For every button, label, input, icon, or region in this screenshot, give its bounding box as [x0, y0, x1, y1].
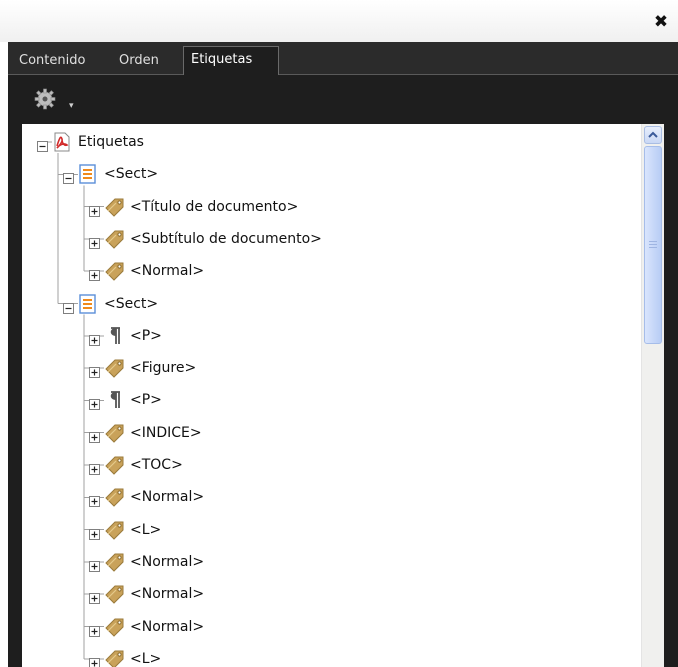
vertical-scrollbar[interactable] — [641, 124, 664, 667]
expand-toggle[interactable] — [89, 556, 100, 572]
expand-toggle[interactable] — [89, 265, 100, 282]
tag-icon — [103, 648, 125, 667]
tree-item[interactable]: <TOC> — [22, 453, 622, 477]
tree-item-label: <Título de documento> — [130, 198, 299, 215]
tree-item-label: <P> — [130, 327, 162, 344]
tag-icon — [103, 583, 125, 605]
tree-item-label: Etiquetas — [78, 134, 144, 150]
tag-icon — [103, 519, 125, 541]
pdf-icon — [51, 131, 73, 153]
expand-toggle[interactable] — [89, 427, 100, 443]
tree-item-label: <Normal> — [130, 586, 205, 603]
chevron-up-icon — [648, 131, 658, 138]
expand-toggle[interactable] — [89, 362, 100, 379]
scroll-up-button[interactable] — [644, 126, 662, 144]
tab-bar: Contenido Orden Etiquetas — [8, 42, 678, 75]
expand-toggle[interactable] — [89, 653, 100, 667]
section-icon — [77, 293, 99, 315]
collapse-toggle[interactable] — [63, 168, 74, 185]
tree-item[interactable]: <Figure> — [22, 356, 622, 380]
tag-icon — [103, 616, 125, 638]
tree-item[interactable]: <Normal> — [22, 259, 622, 283]
tab-etiquetas[interactable]: Etiquetas — [183, 46, 279, 75]
gear-icon — [34, 88, 56, 110]
expand-toggle[interactable] — [89, 621, 100, 637]
expand-toggle[interactable] — [89, 201, 100, 217]
tab-contenido[interactable]: Contenido — [12, 48, 92, 74]
options-menu-button[interactable]: ▾ — [32, 87, 76, 111]
tree-item-label: <L> — [130, 650, 162, 667]
expand-toggle[interactable] — [89, 233, 100, 249]
tree-item[interactable]: <Normal> — [22, 615, 622, 639]
tags-panel: Contenido Orden Etiquetas ▾ Etiquetas <S… — [8, 42, 678, 667]
tag-icon — [103, 454, 125, 476]
tag-tree: Etiquetas <Sect> <Título de documento> <Sub… — [22, 124, 664, 667]
scroll-thumb[interactable] — [644, 146, 662, 344]
tree-item-label: <Normal> — [130, 263, 205, 280]
tree-item[interactable]: <P> — [22, 324, 622, 348]
paragraph-icon — [103, 389, 125, 411]
tree-item[interactable]: <L> — [22, 647, 622, 667]
collapse-toggle[interactable] — [63, 298, 74, 314]
expand-toggle[interactable] — [89, 491, 100, 508]
tree-item-label: <L> — [130, 521, 162, 538]
tag-icon — [103, 422, 125, 444]
panel-title-bar: ✖ — [0, 0, 678, 42]
tree-item-label: <Sect> — [104, 166, 159, 183]
tree-item[interactable]: <P> — [22, 388, 622, 412]
expand-toggle[interactable] — [89, 330, 100, 346]
chevron-down-icon: ▾ — [69, 101, 74, 111]
paragraph-icon — [103, 325, 125, 347]
tree-item-label: <P> — [130, 392, 162, 409]
tab-orden[interactable]: Orden — [112, 48, 166, 74]
tag-icon — [103, 357, 125, 379]
tree-item[interactable]: <L> — [22, 518, 622, 542]
toolbar: ▾ — [8, 75, 678, 123]
tag-icon — [103, 551, 125, 573]
collapse-toggle[interactable] — [37, 136, 48, 152]
tag-icon — [103, 260, 125, 282]
tree-item[interactable]: <Normal> — [22, 582, 622, 606]
tag-icon — [103, 228, 125, 250]
expand-toggle[interactable] — [89, 524, 100, 540]
tree-item[interactable]: <Subtítulo de documento> — [22, 227, 622, 251]
tree-item-label: <Figure> — [130, 360, 197, 377]
tree-item[interactable]: Etiquetas — [22, 130, 622, 154]
tree-item-label: <Normal> — [130, 618, 205, 635]
tag-icon — [103, 486, 125, 508]
tree-item[interactable]: <Normal> — [22, 550, 622, 574]
tree-item-label: <Normal> — [130, 553, 205, 570]
tree-item-label: <Normal> — [130, 489, 205, 506]
section-icon — [77, 163, 99, 185]
tree-item[interactable]: <INDICE> — [22, 421, 622, 445]
expand-toggle[interactable] — [89, 588, 100, 605]
tree-item[interactable]: <Título de documento> — [22, 195, 622, 219]
tag-icon — [103, 196, 125, 218]
close-button[interactable]: ✖ — [652, 13, 670, 31]
tree-item-label: <Subtítulo de documento> — [130, 230, 322, 247]
expand-toggle[interactable] — [89, 394, 100, 411]
tree-item[interactable]: <Sect> — [22, 162, 622, 186]
tree-item-label: <INDICE> — [130, 424, 202, 441]
tree-item-label: <Sect> — [104, 295, 159, 312]
tree-item[interactable]: <Sect> — [22, 292, 622, 316]
tree-item[interactable]: <Normal> — [22, 485, 622, 509]
expand-toggle[interactable] — [89, 459, 100, 475]
tree-item-label: <TOC> — [130, 457, 183, 473]
